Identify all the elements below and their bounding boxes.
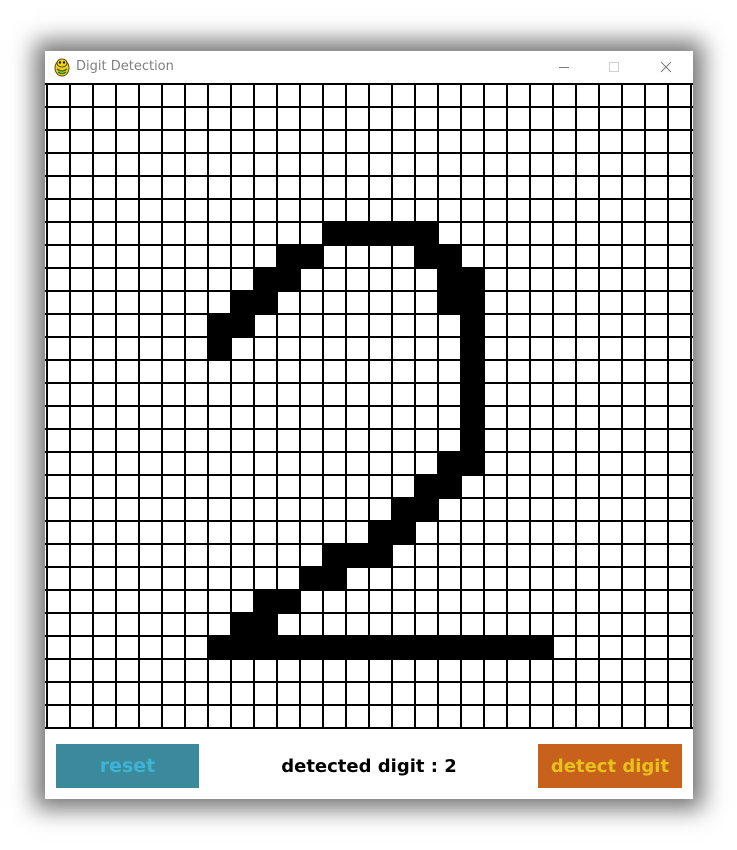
filled-cell[interactable]: [461, 451, 484, 474]
minimize-button[interactable]: [541, 51, 587, 83]
app-window: Digit Detection reset detected digit: 2…: [45, 51, 693, 799]
maximize-button[interactable]: [591, 51, 637, 83]
filled-cell[interactable]: [461, 313, 484, 336]
filled-cell[interactable]: [461, 635, 484, 658]
filled-cell[interactable]: [277, 244, 300, 267]
filled-cell[interactable]: [231, 290, 254, 313]
filled-cell[interactable]: [369, 221, 392, 244]
filled-cell[interactable]: [254, 290, 277, 313]
filled-cell[interactable]: [484, 635, 507, 658]
filled-cell[interactable]: [369, 543, 392, 566]
reset-button[interactable]: reset: [56, 744, 199, 788]
filled-cell[interactable]: [323, 635, 346, 658]
filled-cell[interactable]: [277, 635, 300, 658]
window-title: Digit Detection: [76, 59, 174, 74]
minimize-icon: [558, 58, 570, 77]
detect-digit-button[interactable]: detect digit: [538, 744, 682, 788]
filled-cell[interactable]: [461, 382, 484, 405]
filled-cell[interactable]: [208, 313, 231, 336]
filled-cell[interactable]: [208, 635, 231, 658]
filled-cell[interactable]: [231, 612, 254, 635]
filled-cell[interactable]: [254, 589, 277, 612]
filled-cell[interactable]: [415, 497, 438, 520]
filled-cell[interactable]: [346, 543, 369, 566]
filled-cell[interactable]: [438, 290, 461, 313]
filled-cell[interactable]: [461, 267, 484, 290]
filled-cell[interactable]: [277, 589, 300, 612]
filled-cell[interactable]: [254, 612, 277, 635]
detected-digit-label: detected digit : 2: [281, 755, 457, 777]
filled-cell[interactable]: [438, 267, 461, 290]
maximize-icon: [608, 58, 620, 77]
filled-cell[interactable]: [300, 566, 323, 589]
filled-cell[interactable]: [392, 520, 415, 543]
filled-cell[interactable]: [415, 221, 438, 244]
filled-cell[interactable]: [231, 635, 254, 658]
filled-cell[interactable]: [415, 635, 438, 658]
filled-cell[interactable]: [369, 635, 392, 658]
filled-cell[interactable]: [392, 221, 415, 244]
filled-cell[interactable]: [392, 497, 415, 520]
filled-cell[interactable]: [461, 290, 484, 313]
close-button[interactable]: [643, 51, 689, 83]
filled-cell[interactable]: [461, 336, 484, 359]
filled-cell[interactable]: [300, 635, 323, 658]
title-bar[interactable]: Digit Detection: [45, 51, 693, 83]
filled-cell[interactable]: [438, 451, 461, 474]
filled-cell[interactable]: [231, 313, 254, 336]
pixel-grid[interactable]: [45, 83, 693, 764]
filled-cell[interactable]: [530, 635, 553, 658]
filled-cell[interactable]: [461, 428, 484, 451]
filled-cell[interactable]: [323, 566, 346, 589]
filled-cell[interactable]: [392, 635, 415, 658]
control-bar: reset detected digit : 2 detect digit: [45, 737, 693, 799]
filled-cell[interactable]: [507, 635, 530, 658]
filled-cell[interactable]: [438, 474, 461, 497]
filled-cell[interactable]: [369, 520, 392, 543]
filled-cell[interactable]: [415, 244, 438, 267]
filled-cell[interactable]: [346, 635, 369, 658]
filled-cell[interactable]: [346, 221, 369, 244]
filled-cell[interactable]: [208, 336, 231, 359]
filled-cell[interactable]: [323, 543, 346, 566]
filled-cell[interactable]: [254, 635, 277, 658]
filled-cell[interactable]: [461, 405, 484, 428]
filled-cell[interactable]: [438, 244, 461, 267]
filled-cell[interactable]: [323, 221, 346, 244]
filled-cell[interactable]: [277, 267, 300, 290]
filled-cell[interactable]: [254, 267, 277, 290]
desktop: Digit Detection reset detected digit: 2…: [0, 0, 737, 850]
drawing-canvas[interactable]: [45, 83, 693, 764]
filled-cell[interactable]: [415, 474, 438, 497]
filled-cell[interactable]: [461, 359, 484, 382]
filled-cell[interactable]: [438, 635, 461, 658]
close-icon: [660, 58, 672, 77]
pygame-snake-icon: [53, 57, 71, 77]
filled-cell[interactable]: [300, 244, 323, 267]
